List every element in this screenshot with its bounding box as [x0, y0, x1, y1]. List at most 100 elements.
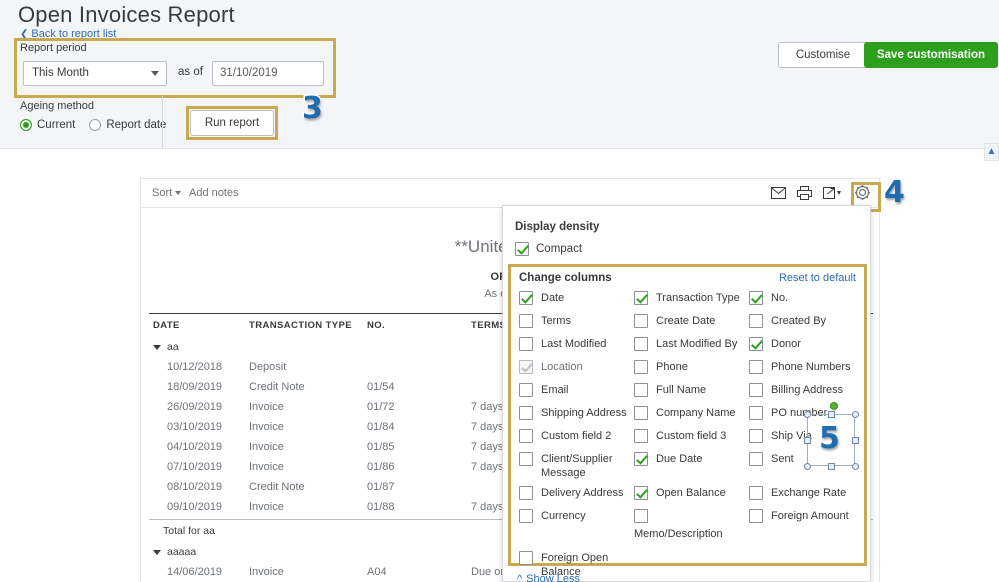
checkbox[interactable] — [519, 509, 533, 523]
column-option-donor[interactable]: Donor — [749, 337, 883, 351]
column-option-label: Memo/Description — [634, 528, 723, 540]
column-option-currency[interactable]: Currency — [519, 509, 653, 523]
resize-handle-tl[interactable] — [804, 411, 811, 418]
checkbox[interactable] — [749, 337, 763, 351]
column-option-foreign-amount[interactable]: Foreign Amount — [749, 509, 883, 523]
resize-handle-tr[interactable] — [852, 411, 859, 418]
checkbox[interactable] — [519, 337, 533, 351]
checkbox[interactable] — [634, 314, 648, 328]
annotation-5: 5 — [818, 421, 842, 456]
column-option-date[interactable]: Date — [519, 291, 653, 305]
rotate-handle[interactable] — [830, 402, 838, 410]
export-icon[interactable] — [823, 186, 843, 200]
column-option-custom-field-3[interactable]: Custom field 3 — [634, 429, 768, 443]
column-option-delivery-address[interactable]: Delivery Address — [519, 486, 653, 500]
customise-button[interactable]: Customise — [778, 42, 868, 68]
radio-current[interactable] — [20, 119, 32, 131]
column-option-full-name[interactable]: Full Name — [634, 383, 768, 397]
checkbox[interactable] — [749, 314, 763, 328]
report-period-select[interactable]: This Month — [23, 61, 167, 86]
checkbox[interactable] — [749, 429, 763, 443]
column-option-shipping-address[interactable]: Shipping Address — [519, 406, 653, 420]
column-option-location: Location — [519, 360, 653, 374]
checkbox[interactable] — [749, 509, 763, 523]
checkbox[interactable] — [749, 452, 763, 466]
resize-handle-br[interactable] — [852, 463, 859, 470]
column-option-client-supplier-message[interactable]: Client/Supplier Message — [519, 452, 653, 480]
cell-type: Invoice — [249, 421, 284, 433]
column-option-label: No. — [771, 292, 789, 304]
checkbox[interactable] — [634, 486, 648, 500]
add-notes-button[interactable]: Add notes — [189, 187, 239, 199]
checkbox[interactable] — [634, 360, 648, 374]
vertical-divider — [162, 96, 163, 148]
resize-handle-mr[interactable] — [852, 437, 859, 444]
column-option-open-balance[interactable]: Open Balance — [634, 486, 768, 500]
report-toolbar: Sort Add notes — [141, 179, 879, 208]
column-option-no[interactable]: No. — [749, 291, 883, 305]
column-option-last-modified-by[interactable]: Last Modified By — [634, 337, 768, 351]
annotation-4: 4 — [883, 175, 907, 210]
column-option-terms[interactable]: Terms — [519, 314, 653, 328]
email-icon[interactable] — [771, 186, 786, 199]
chevron-down-icon — [175, 191, 182, 196]
column-option-company-name[interactable]: Company Name — [634, 406, 768, 420]
checkbox[interactable] — [634, 406, 648, 420]
reset-to-default-link[interactable]: Reset to default — [779, 272, 856, 284]
column-option-last-modified[interactable]: Last Modified — [519, 337, 653, 351]
group-name: aaaaa — [167, 546, 197, 558]
cell-no: 01/87 — [367, 481, 395, 493]
checkbox[interactable] — [519, 551, 533, 565]
cell-no: 01/86 — [367, 461, 395, 473]
checkbox[interactable] — [634, 452, 648, 466]
column-option-billing-address[interactable]: Billing Address — [749, 383, 883, 397]
as-of-date-input[interactable]: 31/10/2019 — [212, 61, 324, 86]
checkbox[interactable] — [749, 383, 763, 397]
page-title: Open Invoices Report — [18, 2, 235, 27]
checkbox[interactable] — [634, 291, 648, 305]
show-less-link[interactable]: ^ Show Less — [517, 573, 580, 582]
column-option-phone-numbers[interactable]: Phone Numbers — [749, 360, 883, 374]
checkbox[interactable] — [634, 429, 648, 443]
run-report-button[interactable]: Run report — [190, 110, 274, 136]
sort-button[interactable]: Sort — [152, 187, 182, 199]
checkbox[interactable] — [519, 486, 533, 500]
compact-option[interactable]: Compact — [515, 242, 582, 256]
checkbox[interactable] — [749, 486, 763, 500]
checkbox — [519, 360, 533, 374]
column-option-create-date[interactable]: Create Date — [634, 314, 768, 328]
print-icon[interactable] — [797, 185, 812, 200]
compact-checkbox[interactable] — [515, 242, 529, 256]
resize-handle-ml[interactable] — [804, 437, 811, 444]
cell-date: 14/06/2019 — [167, 566, 223, 578]
column-option-exchange-rate[interactable]: Exchange Rate — [749, 486, 883, 500]
checkbox[interactable] — [749, 406, 763, 420]
checkbox[interactable] — [519, 291, 533, 305]
settings-dropdown-panel: Display density Compact Change columns R… — [502, 205, 871, 582]
save-customisation-button[interactable]: Save customisation — [864, 42, 998, 68]
checkbox[interactable] — [519, 383, 533, 397]
resize-handle-bl[interactable] — [804, 463, 811, 470]
column-option-custom-field-2[interactable]: Custom field 2 — [519, 429, 653, 443]
cell-date: 04/10/2019 — [167, 441, 223, 453]
column-option-due-date[interactable]: Due Date — [634, 452, 768, 466]
checkbox[interactable] — [634, 383, 648, 397]
checkbox[interactable] — [749, 291, 763, 305]
checkbox[interactable] — [519, 429, 533, 443]
resize-handle-bc[interactable] — [828, 463, 835, 470]
checkbox[interactable] — [634, 337, 648, 351]
checkbox[interactable] — [749, 360, 763, 374]
column-option-email[interactable]: Email — [519, 383, 653, 397]
radio-report-date[interactable] — [89, 119, 102, 131]
column-option-label: Phone Numbers — [771, 361, 851, 373]
app-root: Open Invoices Report ❮ Back to report lis… — [0, 0, 999, 582]
checkbox[interactable] — [519, 406, 533, 420]
scroll-up-button[interactable]: ▲ — [984, 143, 999, 161]
checkbox[interactable] — [519, 452, 533, 466]
checkbox[interactable] — [634, 509, 648, 523]
resize-handle-tc[interactable] — [828, 411, 835, 418]
column-option-phone[interactable]: Phone — [634, 360, 768, 374]
column-option-created-by[interactable]: Created By — [749, 314, 883, 328]
column-option-transaction-type[interactable]: Transaction Type — [634, 291, 768, 305]
checkbox[interactable] — [519, 314, 533, 328]
